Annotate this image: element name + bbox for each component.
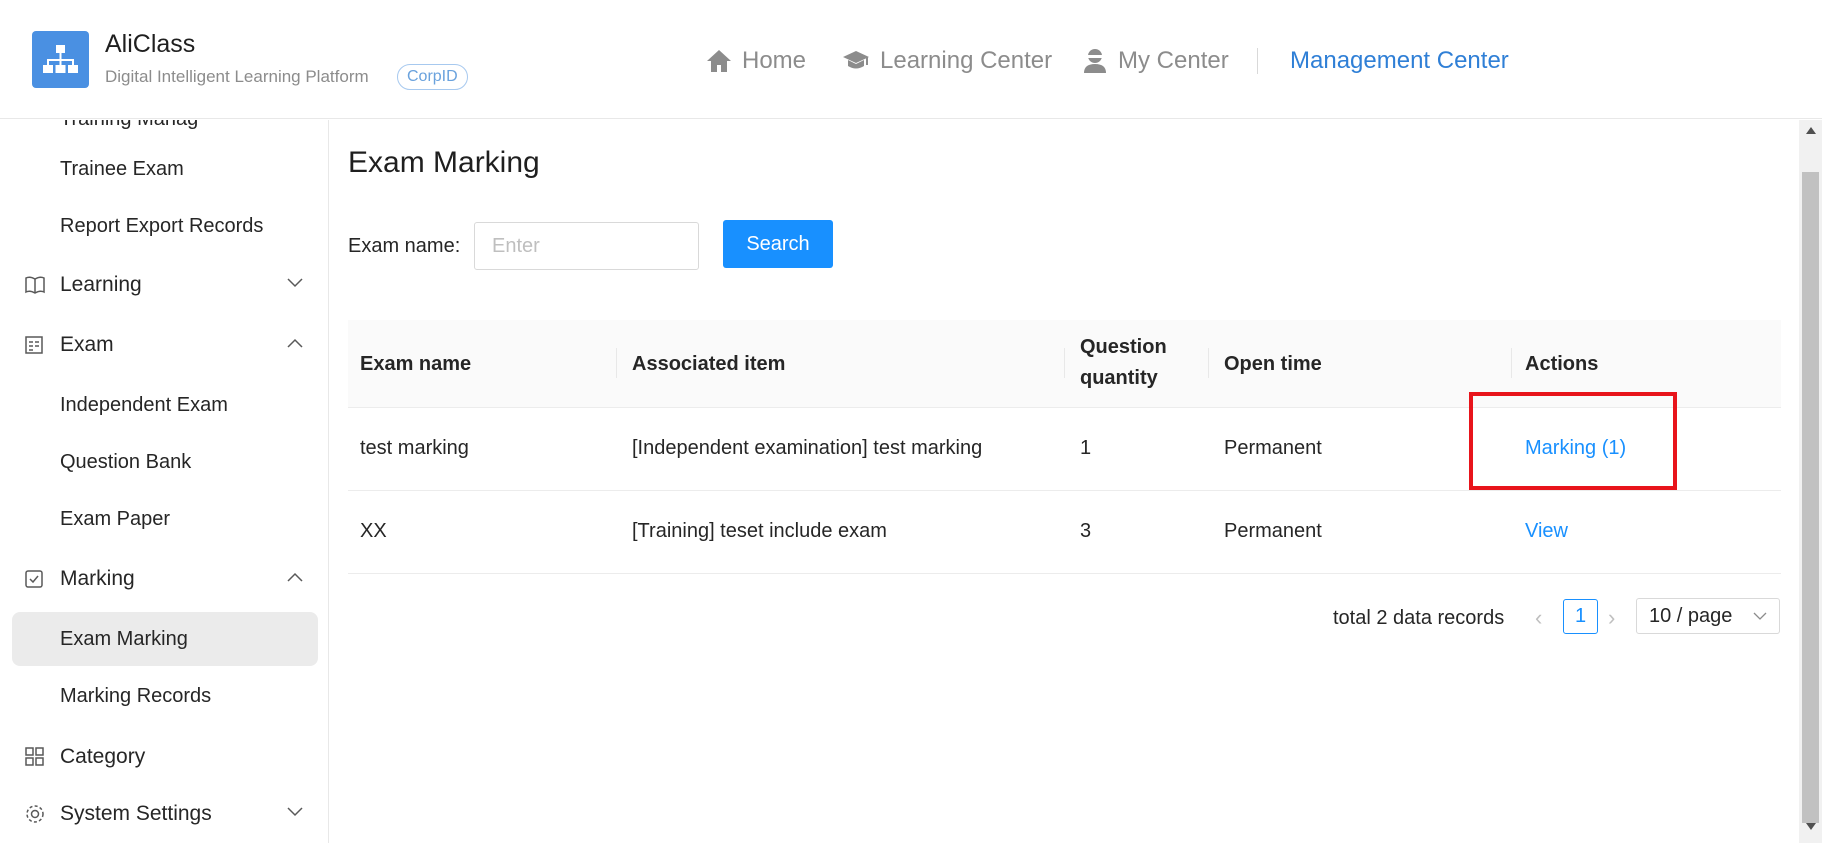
column-header-question-quantity-line2: quantity [1080, 367, 1158, 389]
chevron-down-icon [287, 278, 303, 288]
column-divider [1208, 348, 1209, 378]
sidebar-item-exam-paper[interactable]: Exam Paper [60, 508, 170, 531]
scrollbar-thumb[interactable] [1802, 172, 1819, 823]
page-size-select[interactable]: 10 / page [1636, 598, 1780, 634]
pagination-next-button[interactable]: › [1608, 605, 1615, 631]
sidebar-item-training-management[interactable]: Training Manag [60, 120, 198, 131]
sidebar-group-system-settings-label: System Settings [60, 802, 212, 825]
nav-home-label: Home [742, 47, 807, 74]
nav-divider [1257, 48, 1258, 74]
cell-open-time: Permanent [1224, 520, 1322, 542]
column-header-exam-name: Exam name [360, 353, 472, 375]
column-header-open-time: Open time [1224, 353, 1322, 375]
highlight-annotation-box [1469, 392, 1677, 490]
cell-question-quantity: 3 [1080, 520, 1092, 542]
sidebar: Training Manag Trainee Exam Report Expor… [0, 120, 329, 843]
sidebar-group-learning-label: Learning [60, 273, 142, 296]
sidebar-item-report-export-records[interactable]: Report Export Records [60, 215, 263, 238]
book-icon [25, 276, 45, 294]
graduation-cap-icon [843, 51, 869, 69]
sidebar-group-marking[interactable]: Marking [24, 564, 304, 594]
nav-learning-center[interactable]: Learning Center [842, 44, 1052, 78]
sidebar-item-question-bank[interactable]: Question Bank [60, 451, 191, 474]
sidebar-group-category[interactable]: Category [24, 742, 304, 772]
scroll-down-arrow-icon[interactable] [1806, 823, 1816, 830]
table-row: XX [Training] teset include exam 3 Perma… [348, 491, 1781, 574]
chevron-down-icon [287, 807, 303, 817]
sidebar-group-system-settings[interactable]: System Settings [24, 799, 304, 829]
home-icon [707, 50, 731, 72]
marking-icon [25, 570, 43, 588]
nav-management-center-label: Management Center [1290, 47, 1509, 74]
column-header-question-quantity-line1: Question [1080, 336, 1167, 358]
corp-id-badge[interactable]: CorpID [397, 64, 468, 90]
top-header: AliClass Digital Intelligent Learning Pl… [0, 0, 1822, 119]
brand-subtitle: Digital Intelligent Learning Platform [105, 67, 369, 86]
chevron-up-icon [287, 572, 303, 582]
sidebar-item-independent-exam[interactable]: Independent Exam [60, 394, 228, 417]
view-action-link[interactable]: View [1525, 520, 1568, 543]
sidebar-item-exam-marking-label: Exam Marking [60, 628, 188, 650]
exam-name-input[interactable] [474, 222, 699, 270]
sidebar-group-exam-label: Exam [60, 333, 114, 356]
nav-home[interactable]: Home [706, 44, 806, 78]
sidebar-group-marking-label: Marking [60, 567, 135, 590]
cell-associated-item: [Training] teset include exam [632, 520, 887, 542]
column-header-question-quantity: Question quantity [1080, 336, 1167, 390]
column-header-associated-item: Associated item [632, 353, 786, 375]
exam-icon [25, 336, 43, 354]
cell-open-time: Permanent [1224, 437, 1322, 459]
chevron-down-icon [1753, 612, 1767, 620]
column-divider [1064, 348, 1065, 378]
column-divider [1511, 348, 1512, 378]
gear-icon [26, 805, 44, 823]
grid-icon [25, 747, 44, 766]
chevron-up-icon [287, 338, 303, 348]
page-size-value: 10 / page [1649, 605, 1733, 627]
pagination-total: total 2 data records [1333, 607, 1505, 629]
nav-my-center-label: My Center [1118, 47, 1229, 74]
pagination-prev-button[interactable]: ‹ [1535, 605, 1542, 631]
nav-management-center[interactable]: Management Center [1290, 44, 1509, 78]
pagination-page-1[interactable]: 1 [1563, 599, 1598, 634]
cell-exam-name: test marking [360, 437, 469, 459]
column-divider [616, 348, 617, 378]
search-button[interactable]: Search [723, 220, 833, 268]
column-header-actions: Actions [1525, 353, 1599, 375]
sidebar-group-category-label: Category [60, 745, 146, 768]
sidebar-group-learning[interactable]: Learning [24, 270, 304, 300]
cell-question-quantity: 1 [1080, 437, 1092, 459]
brand-name: AliClass [105, 30, 196, 58]
page-title: Exam Marking [348, 146, 540, 179]
nav-learning-center-label: Learning Center [880, 47, 1053, 74]
nav-my-center[interactable]: My Center [1082, 44, 1229, 78]
cell-associated-item: [Independent examination] test marking [632, 437, 983, 459]
sidebar-item-marking-records[interactable]: Marking Records [60, 685, 211, 708]
exam-name-label: Exam name: [348, 235, 461, 257]
scroll-up-arrow-icon[interactable] [1806, 127, 1816, 134]
cell-exam-name: XX [360, 520, 387, 542]
user-icon [1084, 49, 1106, 73]
sidebar-group-exam[interactable]: Exam [24, 330, 304, 360]
sidebar-item-trainee-exam[interactable]: Trainee Exam [60, 158, 184, 181]
org-chart-logo-icon [32, 31, 89, 88]
